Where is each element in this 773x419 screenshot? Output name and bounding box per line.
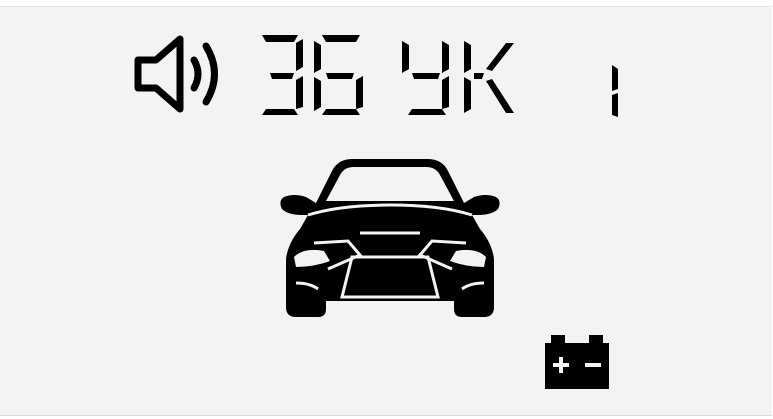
- segment-readout-channel: 1: [604, 25, 626, 117]
- speaker-icon: [134, 33, 228, 115]
- segment-readout-mode: 36 YK: [252, 25, 524, 117]
- car-icon: [270, 157, 510, 325]
- lcd-display-panel: 36 YK: [0, 6, 772, 416]
- battery-icon: [543, 333, 611, 393]
